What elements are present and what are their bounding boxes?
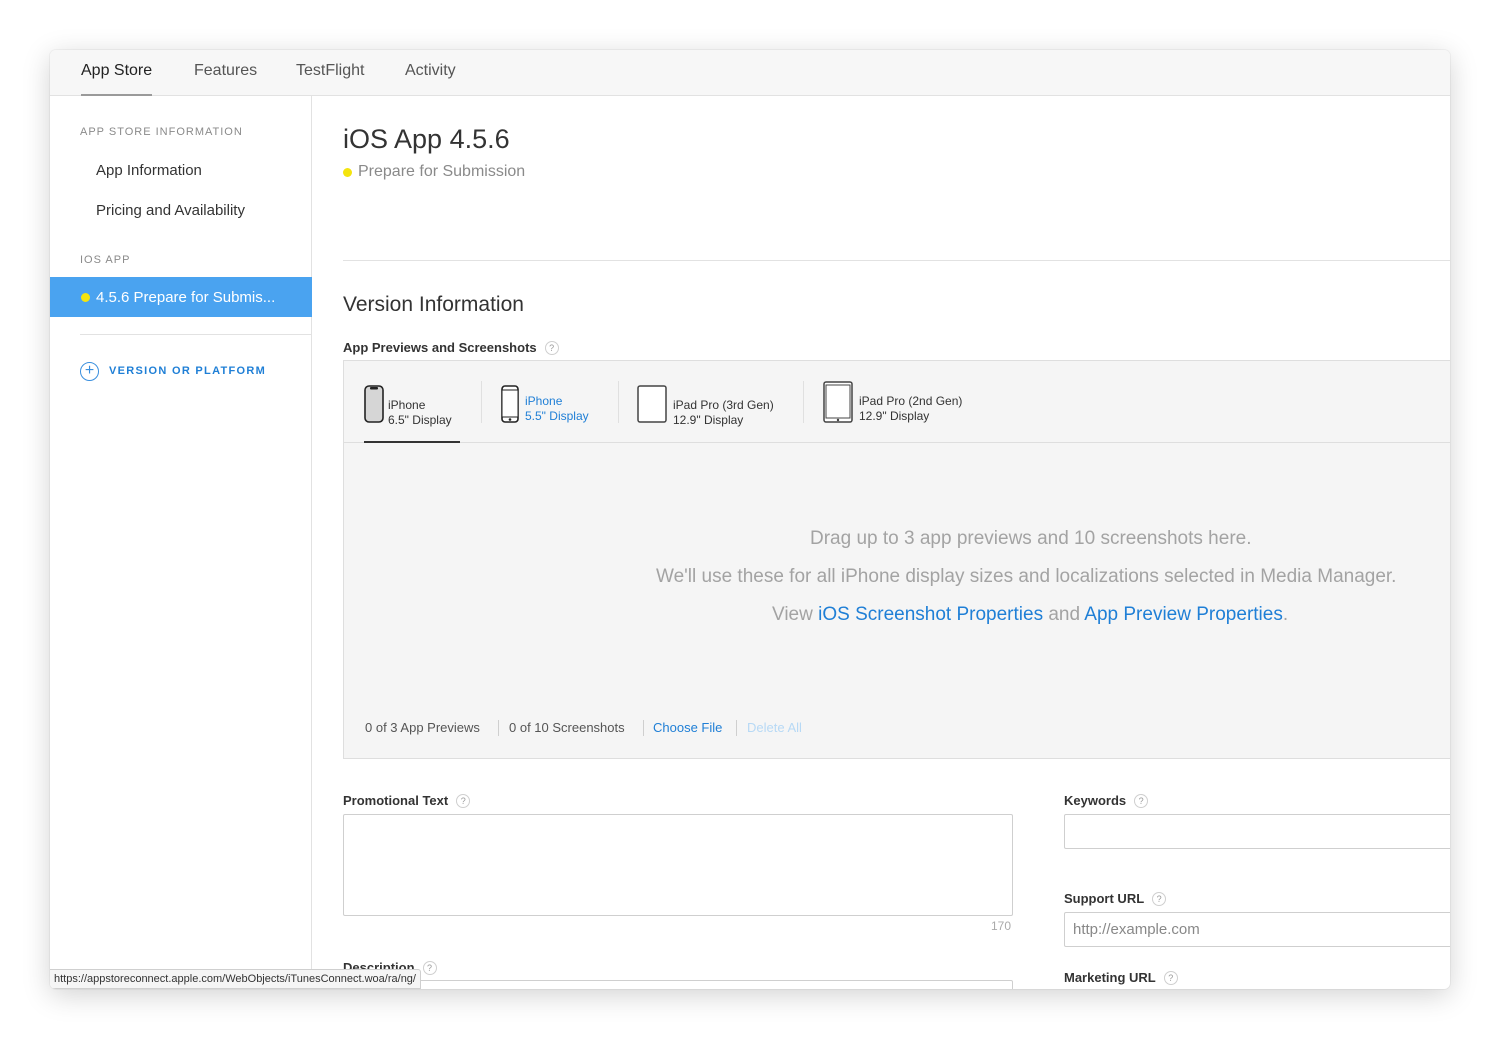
device-tab-line2: 6.5" Display	[388, 413, 452, 427]
help-icon[interactable]: ?	[1152, 892, 1167, 906]
ipad-pro-2-icon	[823, 381, 853, 423]
sidebar: APP STORE INFORMATION App Information Pr…	[50, 96, 312, 989]
support-url-input[interactable]	[1064, 912, 1450, 947]
tab-separator	[618, 381, 619, 423]
tab-separator	[803, 381, 804, 423]
status-dot	[343, 168, 352, 177]
device-tab-ipad-pro-2[interactable]: iPad Pro (2nd Gen) 12.9" Display	[823, 381, 973, 443]
keywords-label: Keywords?	[1064, 793, 1149, 808]
app-preview-properties-link[interactable]: App Preview Properties	[1084, 604, 1283, 625]
ios-screenshot-properties-link[interactable]: iOS Screenshot Properties	[818, 604, 1043, 625]
divider	[343, 260, 1450, 261]
help-icon[interactable]: ?	[544, 341, 559, 355]
description-textarea[interactable]	[343, 980, 1013, 989]
device-tabs: iPhone 6.5" Display iPhone 5.5" Display	[344, 361, 1450, 443]
preview-count: 0 of 3 App Previews	[365, 720, 480, 735]
device-tab-line1: iPhone	[388, 398, 426, 412]
support-url-label: Support URL?	[1064, 891, 1167, 906]
main-content: iOS App 4.5.6 Prepare for Submission Ver…	[312, 96, 1450, 989]
iphone-x-icon	[364, 385, 384, 423]
sidebar-divider	[80, 334, 312, 335]
help-icon[interactable]: ?	[1134, 794, 1149, 808]
device-tab-line2: 5.5" Display	[525, 409, 589, 423]
media-label-text: App Previews and Screenshots	[343, 340, 537, 355]
device-tab-iphone-55[interactable]: iPhone 5.5" Display	[501, 381, 601, 443]
section-title: Version Information	[343, 293, 524, 316]
iphone-icon	[501, 385, 519, 423]
marketing-url-label: Marketing URL?	[1064, 970, 1178, 985]
screenshot-count: 0 of 10 Screenshots	[509, 720, 625, 735]
sidebar-item-version-label: 4.5.6 Prepare for Submis...	[96, 289, 276, 306]
tab-features[interactable]: Features	[194, 61, 257, 96]
sidebar-section-header: APP STORE INFORMATION	[80, 126, 243, 138]
plus-circle-icon: +	[80, 362, 99, 381]
device-tab-line2: 12.9" Display	[673, 413, 744, 427]
app-window: App Store Features TestFlight Activity A…	[50, 50, 1450, 989]
promo-label: Promotional Text?	[343, 793, 471, 808]
status-dot	[81, 293, 90, 302]
device-tab-line2: 12.9" Display	[859, 409, 930, 423]
tab-testflight[interactable]: TestFlight	[296, 61, 364, 96]
tab-separator	[481, 381, 482, 423]
drop-hint-line1: Drag up to 3 app previews and 10 screens…	[810, 528, 1252, 549]
sidebar-item-version[interactable]: 4.5.6 Prepare for Submis...	[50, 277, 312, 317]
top-nav: App Store Features TestFlight Activity	[50, 50, 1450, 96]
device-tab-iphone-65[interactable]: iPhone 6.5" Display	[364, 381, 460, 443]
help-icon[interactable]: ?	[422, 961, 437, 975]
drop-hint-and: and	[1048, 604, 1081, 625]
keywords-label-text: Keywords	[1064, 793, 1127, 808]
footer-separator	[643, 720, 644, 736]
support-url-label-text: Support URL	[1064, 891, 1145, 906]
drop-hint-period: .	[1282, 604, 1289, 625]
device-tab-ipad-pro-3[interactable]: iPad Pro (3rd Gen) 12.9" Display	[637, 381, 787, 443]
drop-hint-line2: We'll use these for all iPhone display s…	[656, 566, 1397, 587]
device-tab-line1: iPad Pro (3rd Gen)	[673, 398, 774, 412]
tab-activity[interactable]: Activity	[405, 61, 456, 96]
drop-hint-view: View	[772, 604, 813, 625]
promo-char-counter: 170	[991, 919, 1012, 933]
drop-hint-line3: View iOS Screenshot Properties and App P…	[772, 604, 1372, 626]
device-tab-line1: iPhone	[525, 394, 563, 408]
device-tab-line1: iPad Pro (2nd Gen)	[859, 394, 963, 408]
sidebar-section-header-ios: IOS APP	[80, 254, 131, 266]
add-version-label: VERSION OR PLATFORM	[109, 365, 267, 377]
footer-separator	[736, 720, 737, 736]
marketing-url-label-text: Marketing URL	[1064, 970, 1156, 985]
choose-file-button[interactable]: Choose File	[653, 720, 722, 735]
page-title: iOS App 4.5.6	[343, 124, 510, 154]
media-label: App Previews and Screenshots?	[343, 340, 559, 355]
keywords-input[interactable]	[1064, 814, 1450, 849]
status-text: Prepare for Submission	[358, 163, 526, 180]
promo-textarea[interactable]	[343, 814, 1013, 916]
sidebar-item-app-information[interactable]: App Information	[96, 162, 202, 179]
delete-all-button[interactable]: Delete All	[747, 720, 802, 735]
ipad-pro-3-icon	[637, 385, 667, 423]
promo-label-text: Promotional Text	[343, 793, 449, 808]
footer-separator	[498, 720, 499, 736]
help-icon[interactable]: ?	[1163, 971, 1178, 985]
browser-status-bar: https://appstoreconnect.apple.com/WebObj…	[50, 969, 421, 989]
media-dropzone[interactable]: iPhone 6.5" Display iPhone 5.5" Display	[343, 360, 1450, 759]
tab-app-store[interactable]: App Store	[81, 61, 153, 96]
help-icon[interactable]: ?	[456, 794, 471, 808]
sidebar-item-pricing[interactable]: Pricing and Availability	[96, 202, 245, 219]
